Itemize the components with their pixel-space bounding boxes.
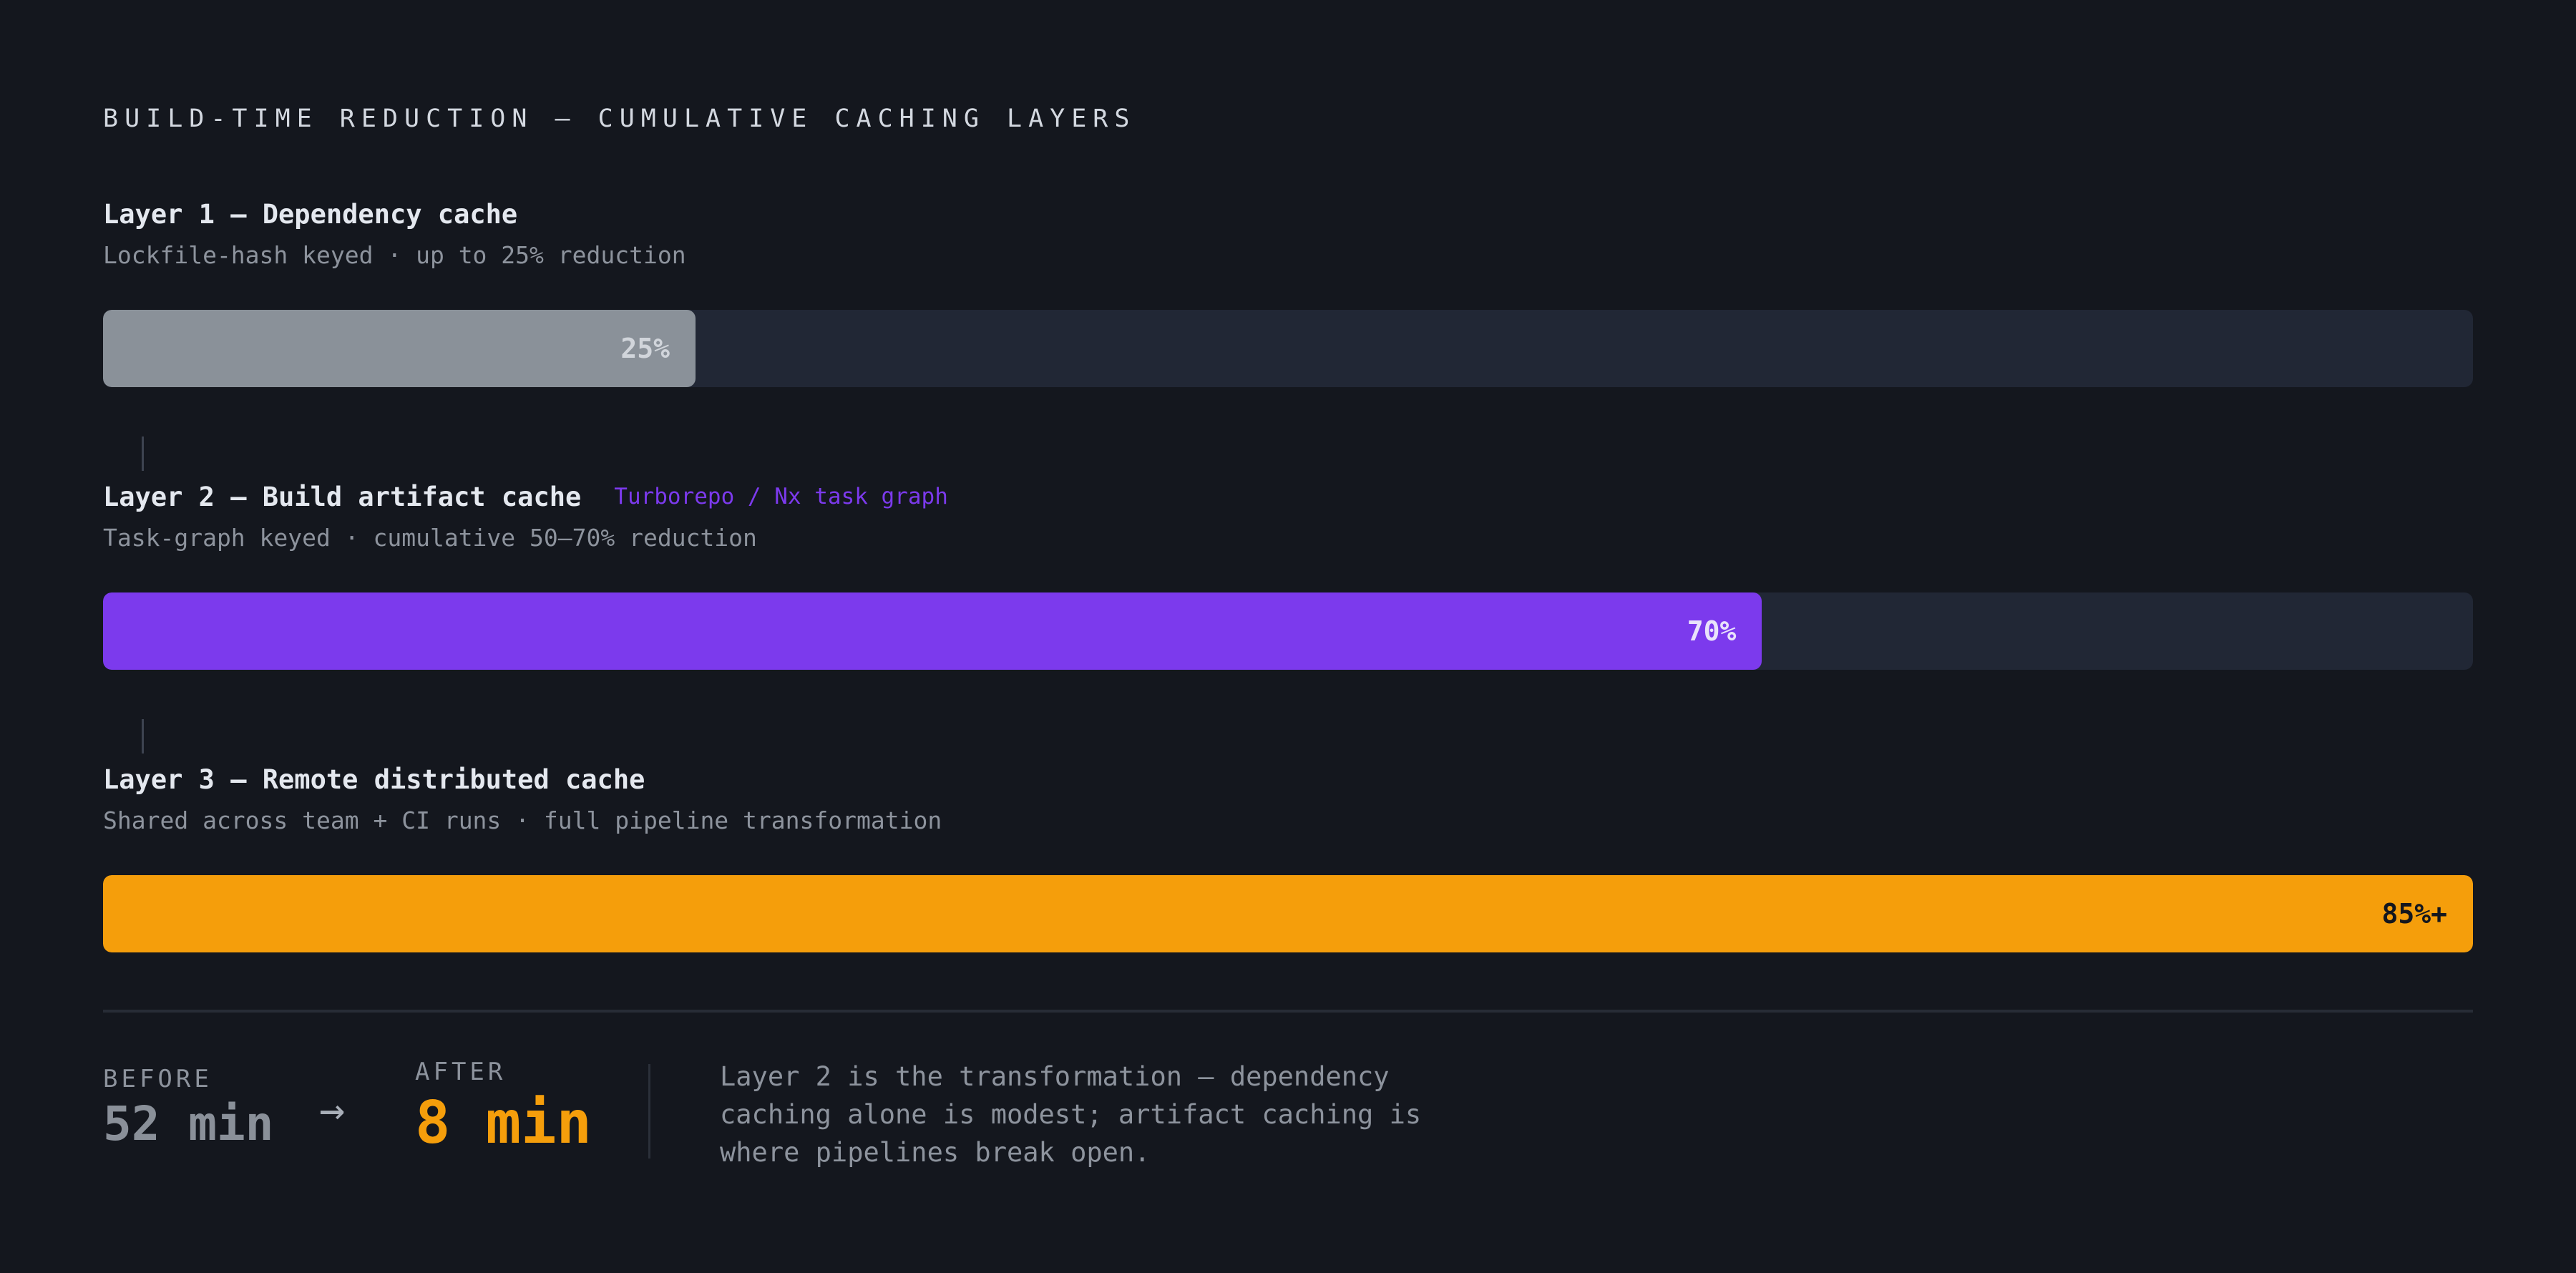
layer-connector — [142, 436, 144, 471]
layer-1: Layer 1 — Dependency cache Lockfile-hash… — [103, 194, 2473, 387]
layer-1-bar: 25% — [103, 310, 696, 387]
layer-3-title: Layer 3 — Remote distributed cache — [103, 764, 645, 795]
layer-1-header: Layer 1 — Dependency cache — [103, 194, 2473, 234]
summary-note: Layer 2 is the transformation — dependen… — [720, 1061, 1422, 1168]
layer-2-bar: 70% — [103, 592, 1762, 670]
layer-1-track: 25% — [103, 310, 2473, 387]
layer-2-track: 70% — [103, 592, 2473, 670]
layer-1-title: Layer 1 — Dependency cache — [103, 198, 518, 230]
layer-2-title: Layer 2 — Build artifact cache — [103, 481, 582, 512]
layer-2: Layer 2 — Build artifact cache Turborepo… — [103, 477, 2473, 670]
summary-separator — [648, 1064, 650, 1159]
layer-1-subtitle: Lockfile-hash keyed · up to 25% reductio… — [103, 241, 686, 269]
page-title: BUILD-TIME REDUCTION — CUMULATIVE CACHIN… — [103, 104, 1136, 133]
layer-1-value-label: 25% — [620, 333, 670, 364]
layer-3-bar: 85%+ — [103, 875, 2473, 952]
arrow-right-icon: → — [319, 1085, 346, 1135]
layer-2-header: Layer 2 — Build artifact cache Turborepo… — [103, 477, 2473, 517]
after-label: AFTER — [415, 1058, 507, 1086]
layer-2-subtitle: Task-graph keyed · cumulative 50–70% red… — [103, 524, 757, 552]
before-label: BEFORE — [103, 1065, 213, 1093]
layer-connector — [142, 719, 144, 753]
summary-divider — [103, 1010, 2473, 1013]
layer-3: Layer 3 — Remote distributed cache Share… — [103, 759, 2473, 952]
layer-3-subtitle: Shared across team + CI runs · full pipe… — [103, 806, 942, 834]
summary-row: BEFORE 52 min → AFTER 8 min Layer 2 is t… — [103, 1058, 2473, 1168]
before-value: 52 min — [103, 1096, 274, 1151]
layer-3-header: Layer 3 — Remote distributed cache — [103, 759, 2473, 799]
layer-3-track: 85%+ — [103, 875, 2473, 952]
layer-2-tag: Turborepo / Nx task graph — [614, 484, 948, 509]
layer-3-value-label: 85%+ — [2381, 898, 2447, 930]
chart-frame: BUILD-TIME REDUCTION — CUMULATIVE CACHIN… — [103, 0, 2473, 1273]
layer-2-value-label: 70% — [1687, 615, 1737, 647]
after-value: 8 min — [415, 1089, 592, 1157]
